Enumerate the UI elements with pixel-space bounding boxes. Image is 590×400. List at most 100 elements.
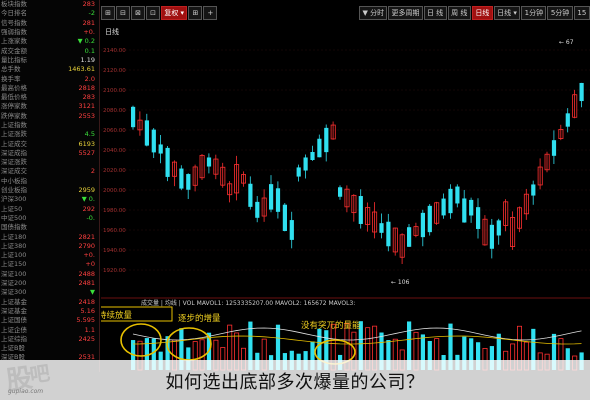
sidebar-row[interactable]: 上证成交 6193 — [0, 139, 99, 148]
sidebar-row-value: 0.1 — [84, 46, 95, 55]
sidebar-row-value: 2959 — [78, 186, 95, 195]
sidebar-row[interactable]: 深证成指 5527 — [0, 149, 99, 158]
sidebar-row-label: 深证成交 — [1, 167, 27, 176]
sidebar-row[interactable]: 深证成交 2 — [0, 167, 99, 176]
sidebar-row[interactable]: 上证指数 — [0, 121, 99, 130]
sidebar-row[interactable]: 深证100 2488 — [0, 270, 99, 279]
kline-chart-svg[interactable]: 2140.00 2120.00 2100.00 2080.00 2060.00 2040.… — [101, 22, 590, 372]
sidebar-row[interactable]: 深证涨跌 — [0, 158, 99, 167]
toolbar-button[interactable]: ⊠ — [131, 6, 145, 20]
sidebar-row[interactable]: 强弱指数 +0. — [0, 28, 99, 37]
sidebar-row[interactable]: 创业板指 2959 — [0, 186, 99, 195]
sidebar-row[interactable]: 深证300 ▼ — [0, 288, 99, 297]
candle-body — [469, 199, 474, 216]
toolbar-button[interactable]: 15 — [573, 6, 590, 20]
candle-body — [379, 223, 384, 233]
sidebar-row-label: 中小板指 — [1, 176, 27, 185]
sidebar-row[interactable]: 上证100 +0. — [0, 251, 99, 260]
candle-body — [579, 82, 584, 102]
candle-body — [158, 144, 163, 154]
sidebar-row[interactable]: 上证50 292 — [0, 205, 99, 214]
candle-body — [441, 198, 446, 216]
toolbar-button[interactable]: 日线 ▾ — [493, 6, 521, 20]
sidebar-row[interactable]: 跌停家数 2553 — [0, 112, 99, 121]
sidebar-row-label: 总手数 — [1, 65, 21, 74]
sidebar-row-label: 跌停家数 — [1, 111, 27, 120]
sidebar-row-label: 上证180 — [1, 232, 27, 241]
sidebar-row[interactable]: 沪深300 ▼ 0. — [0, 195, 99, 204]
candle-body — [282, 204, 287, 231]
sidebar-row[interactable]: 上证基金 2418 — [0, 298, 99, 307]
sidebar-row[interactable]: 上证涨跌 4.5 — [0, 130, 99, 139]
toolbar-button[interactable]: ⊟ — [116, 6, 130, 20]
sidebar-row[interactable]: 中小板指 — [0, 177, 99, 186]
sidebar-row[interactable]: 深证基金 5.16 — [0, 307, 99, 316]
toolbar-button[interactable]: ⊡ — [146, 6, 160, 20]
kline-chart-area[interactable]: 2140.00 2120.00 2100.00 2080.00 2060.00 2040.… — [101, 22, 590, 372]
sidebar-row[interactable]: 中证500 -0. — [0, 214, 99, 223]
sidebar-row[interactable]: 成交金额 0.1 — [0, 46, 99, 55]
sidebar-row[interactable]: 总手数 1463.61 — [0, 65, 99, 74]
sidebar-row[interactable]: 今日排名 -2 — [0, 9, 99, 18]
sidebar-row[interactable]: 深证200 2481 — [0, 279, 99, 288]
sidebar-row-value: ▼ 0.2 — [77, 37, 95, 46]
candle-body — [531, 184, 536, 196]
toolbar-button[interactable]: ⊞ — [101, 6, 115, 20]
sidebar-row[interactable]: 换手率 2.0 — [0, 74, 99, 83]
sidebar-row-value: 281 — [82, 18, 95, 27]
sidebar-row-label: 上证B股 — [1, 344, 25, 353]
sidebar-row-label: 上证综指 — [1, 334, 27, 343]
sidebar-row-value: 283 — [82, 0, 95, 9]
candle-body — [151, 129, 156, 153]
sidebar-row-value: 2481 — [78, 279, 95, 288]
caption-title: 如何选出底部多次爆量的公司？ — [165, 372, 425, 393]
toolbar-button[interactable]: 5分钟 — [547, 6, 573, 20]
sidebar-row[interactable]: 上证B股 — [0, 344, 99, 353]
annotation-no-sudden-volume: 没有突兀的量能 — [301, 320, 361, 331]
candle-body — [448, 188, 453, 214]
toolbar-button[interactable]: 复权 ▾ — [161, 6, 188, 20]
sidebar-row[interactable]: 上证380 2790 — [0, 242, 99, 251]
candle-body — [269, 184, 274, 210]
sidebar-row[interactable]: 最高价格 2818 — [0, 84, 99, 93]
sidebar-row[interactable]: 上证国债 5.595 — [0, 316, 99, 325]
sidebar-row-label: 最高价格 — [1, 83, 27, 92]
sidebar-row[interactable]: 信号指数 281 — [0, 19, 99, 28]
candle-body — [358, 196, 363, 224]
toolbar-button[interactable]: ⊞ — [188, 6, 203, 20]
chart-low-label: ← 106 — [391, 279, 410, 286]
toolbar-button[interactable]: 更多周期 — [388, 6, 423, 20]
sidebar-row-value: 2553 — [78, 111, 95, 120]
sidebar-row-label: 上证150 — [1, 260, 27, 269]
toolbar-button[interactable]: 1分钟 — [521, 6, 547, 20]
sidebar-row-value: 283 — [82, 93, 95, 102]
sidebar-row-value: 1463.61 — [68, 65, 95, 74]
sidebar-row-value: ▼ — [90, 288, 95, 297]
sidebar-row[interactable]: 量比指标 1.19 — [0, 56, 99, 65]
sidebar-row[interactable]: 板块指数 283 — [0, 0, 99, 9]
y-axis-label: 1980.00 — [103, 208, 126, 214]
annotation-steady-volume: 逐步持续放量 — [101, 310, 133, 321]
annotation-gradual-increase: 逐步的增量 — [178, 313, 221, 324]
sidebar-row[interactable]: 最低价格 283 — [0, 93, 99, 102]
y-axis-label: 2140.00 — [103, 48, 126, 54]
sidebar-row[interactable]: 上证180 2821 — [0, 232, 99, 241]
candle-body — [338, 187, 343, 197]
candle-body — [420, 212, 425, 238]
sidebar-row-label: 强弱指数 — [1, 28, 27, 37]
sidebar-row-label: 创业板指 — [1, 186, 27, 195]
sidebar-row[interactable]: 上证企债 1.1 — [0, 325, 99, 334]
toolbar-button[interactable]: 周 线 — [447, 6, 471, 20]
sidebar-row[interactable]: 上证150 +0 — [0, 260, 99, 269]
sidebar-row-label: 涨停家数 — [1, 102, 27, 111]
candle-body — [386, 221, 391, 247]
toolbar-button[interactable]: 日线 — [471, 6, 493, 20]
toolbar-button[interactable]: + — [203, 6, 218, 20]
toolbar-button[interactable]: ▼ 分时 — [359, 6, 388, 20]
sidebar-row[interactable]: 上证综指 2425 — [0, 335, 99, 344]
sidebar-row[interactable]: 涨停家数 3121 — [0, 102, 99, 111]
toolbar-button[interactable]: 日 线 — [423, 6, 447, 20]
sidebar-row[interactable]: 国债指数 — [0, 223, 99, 232]
sidebar-row-label: 上证国债 — [1, 316, 27, 325]
sidebar-row[interactable]: 上涨家数 ▼ 0.2 — [0, 37, 99, 46]
